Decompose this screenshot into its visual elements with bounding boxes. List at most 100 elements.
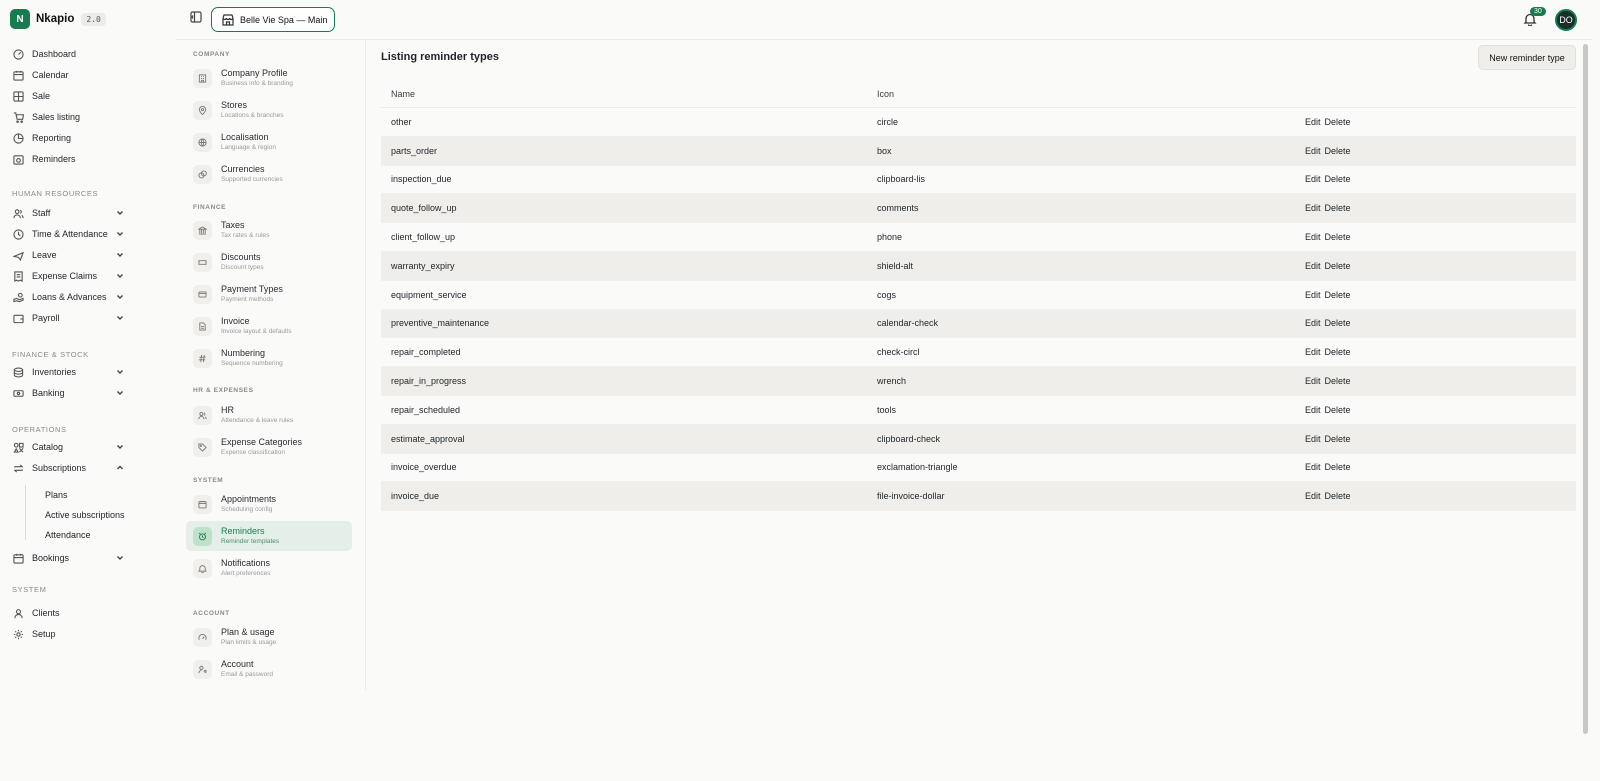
ticket-icon	[193, 252, 212, 272]
settings-item-notifications[interactable]: Notifications Alert preferences	[186, 553, 352, 583]
cell-icon: cogs	[877, 289, 897, 300]
settings-item-hr[interactable]: HR Attendance & leave rules	[186, 400, 352, 430]
gauge-icon	[193, 627, 212, 647]
sidebar-item-clients[interactable]: Clients	[13, 604, 133, 622]
delete-link[interactable]: Delete	[1325, 146, 1351, 156]
settings-item-numbering[interactable]: Numbering Sequence numbering	[186, 343, 352, 373]
edit-link[interactable]: Edit	[1305, 290, 1321, 300]
sidebar-item-setup[interactable]: Setup	[13, 625, 133, 643]
sidebar-item-reporting[interactable]: Reporting	[13, 129, 133, 147]
settings-item-payment-types[interactable]: Payment Types Payment methods	[186, 279, 352, 309]
delete-link[interactable]: Delete	[1325, 347, 1351, 357]
settings-item-subtitle: Email & password	[221, 671, 274, 678]
edit-link[interactable]: Edit	[1305, 318, 1321, 328]
settings-item-currencies[interactable]: Currencies Supported currencies	[186, 159, 352, 189]
edit-link[interactable]: Edit	[1305, 146, 1321, 156]
sidebar-item-banking[interactable]: Banking	[13, 384, 133, 402]
settings-item-company-profile[interactable]: Company Profile Business info & branding	[186, 63, 352, 93]
settings-nav: COMPANY Company Profile Business info & b…	[180, 40, 366, 690]
cell-name: client_follow_up	[391, 232, 456, 243]
row-actions: Edit Delete	[1305, 203, 1351, 213]
settings-item-localisation[interactable]: Localisation Language & region	[186, 127, 352, 157]
credit-card-icon	[193, 284, 212, 304]
delete-link[interactable]: Delete	[1325, 376, 1351, 386]
settings-item-stores[interactable]: Stores Locations & branches	[186, 95, 352, 125]
settings-item-title: Currencies	[221, 164, 265, 174]
edit-link[interactable]: Edit	[1305, 117, 1321, 127]
store-selector-button[interactable]: Belle Vie Spa — Main	[211, 7, 335, 32]
settings-item-subtitle: Discount types	[221, 264, 264, 271]
row-actions: Edit Delete	[1305, 232, 1351, 242]
delete-link[interactable]: Delete	[1325, 203, 1351, 213]
edit-link[interactable]: Edit	[1305, 491, 1321, 501]
delete-link[interactable]: Delete	[1325, 232, 1351, 242]
delete-link[interactable]: Delete	[1325, 491, 1351, 501]
sidebar-item-catalog[interactable]: Catalog	[13, 438, 133, 456]
sidebar-item-label: Setup	[32, 629, 56, 639]
edit-link[interactable]: Edit	[1305, 347, 1321, 357]
delete-link[interactable]: Delete	[1325, 405, 1351, 415]
sidebar-item-inventories[interactable]: Inventories	[13, 363, 133, 381]
sidebar-item-sale[interactable]: Sale	[13, 87, 133, 105]
table-row: other circle Edit Delete	[381, 108, 1576, 137]
settings-item-subtitle: Invoice layout & defaults	[221, 328, 292, 335]
settings-item-expense-categories[interactable]: Expense Categories Expense classification	[186, 432, 352, 462]
brand[interactable]: N Nkapio 2.0	[10, 9, 106, 29]
sidebar-item-subscriptions[interactable]: Subscriptions	[13, 459, 133, 477]
edit-link[interactable]: Edit	[1305, 174, 1321, 184]
column-header-icon[interactable]: Icon	[877, 89, 1305, 99]
building-icon	[193, 68, 212, 88]
sidebar-item-reminders[interactable]: Reminders	[13, 150, 133, 168]
edit-link[interactable]: Edit	[1305, 462, 1321, 472]
settings-item-title: Taxes	[221, 220, 245, 230]
panel-toggle-icon[interactable]	[190, 11, 202, 23]
settings-item-discounts[interactable]: Discounts Discount types	[186, 247, 352, 277]
table-header: Name Icon	[381, 80, 1576, 108]
submenu-item-attendance[interactable]: Attendance	[45, 528, 91, 542]
sidebar-item-staff[interactable]: Staff	[13, 204, 133, 222]
users-icon	[193, 405, 212, 425]
sidebar-item-payroll[interactable]: Payroll	[13, 309, 133, 327]
delete-link[interactable]: Delete	[1325, 318, 1351, 328]
settings-item-reminders[interactable]: Reminders Reminder templates	[186, 521, 352, 551]
sidebar-item-label: Reporting	[32, 133, 72, 143]
settings-item-title: Account	[221, 659, 254, 669]
sidebar-item-label: Sales listing	[32, 112, 81, 122]
scrollbar-thumb[interactable]	[1583, 44, 1588, 734]
sidebar-item-label: Reminders	[32, 154, 76, 164]
edit-link[interactable]: Edit	[1305, 261, 1321, 271]
edit-link[interactable]: Edit	[1305, 232, 1321, 242]
settings-item-taxes[interactable]: Taxes Tax rates & rules	[186, 215, 352, 245]
settings-item-appointments[interactable]: Appointments Scheduling config	[186, 489, 352, 519]
edit-link[interactable]: Edit	[1305, 376, 1321, 386]
edit-link[interactable]: Edit	[1305, 434, 1321, 444]
delete-link[interactable]: Delete	[1325, 174, 1351, 184]
sidebar-item-leave[interactable]: Leave	[13, 246, 133, 264]
settings-item-plan-usage[interactable]: Plan & usage Plan limits & usage	[186, 622, 352, 652]
submenu-item-plans[interactable]: Plans	[45, 488, 68, 502]
delete-link[interactable]: Delete	[1325, 434, 1351, 444]
sidebar-item-calendar[interactable]: Calendar	[13, 66, 133, 84]
sidebar-item-sales-listing[interactable]: Sales listing	[13, 108, 133, 126]
edit-link[interactable]: Edit	[1305, 203, 1321, 213]
avatar[interactable]: DO	[1555, 9, 1577, 31]
settings-item-invoice[interactable]: Invoice Invoice layout & defaults	[186, 311, 352, 341]
sidebar-item-expense-claims[interactable]: Expense Claims	[13, 267, 133, 285]
delete-link[interactable]: Delete	[1325, 462, 1351, 472]
column-header-name[interactable]: Name	[381, 89, 877, 99]
users-icon	[13, 208, 24, 219]
main-sidebar: N Nkapio 2.0 Dashboard Calendar Sale Sal…	[0, 0, 176, 781]
sidebar-item-dashboard[interactable]: Dashboard	[13, 45, 133, 63]
cell-icon: shield-alt	[877, 260, 914, 271]
chart-icon	[13, 132, 24, 144]
submenu-item-active-subscriptions[interactable]: Active subscriptions	[45, 508, 125, 522]
settings-item-account[interactable]: Account Email & password	[186, 654, 352, 684]
sidebar-item-bookings[interactable]: Bookings	[13, 549, 133, 567]
delete-link[interactable]: Delete	[1325, 261, 1351, 271]
sidebar-item-loans-advances[interactable]: Loans & Advances	[13, 288, 133, 306]
sidebar-item-time-attendance[interactable]: Time & Attendance	[13, 225, 133, 243]
delete-link[interactable]: Delete	[1325, 290, 1351, 300]
new-reminder-type-button[interactable]: New reminder type	[1478, 45, 1576, 70]
delete-link[interactable]: Delete	[1325, 117, 1351, 127]
edit-link[interactable]: Edit	[1305, 405, 1321, 415]
